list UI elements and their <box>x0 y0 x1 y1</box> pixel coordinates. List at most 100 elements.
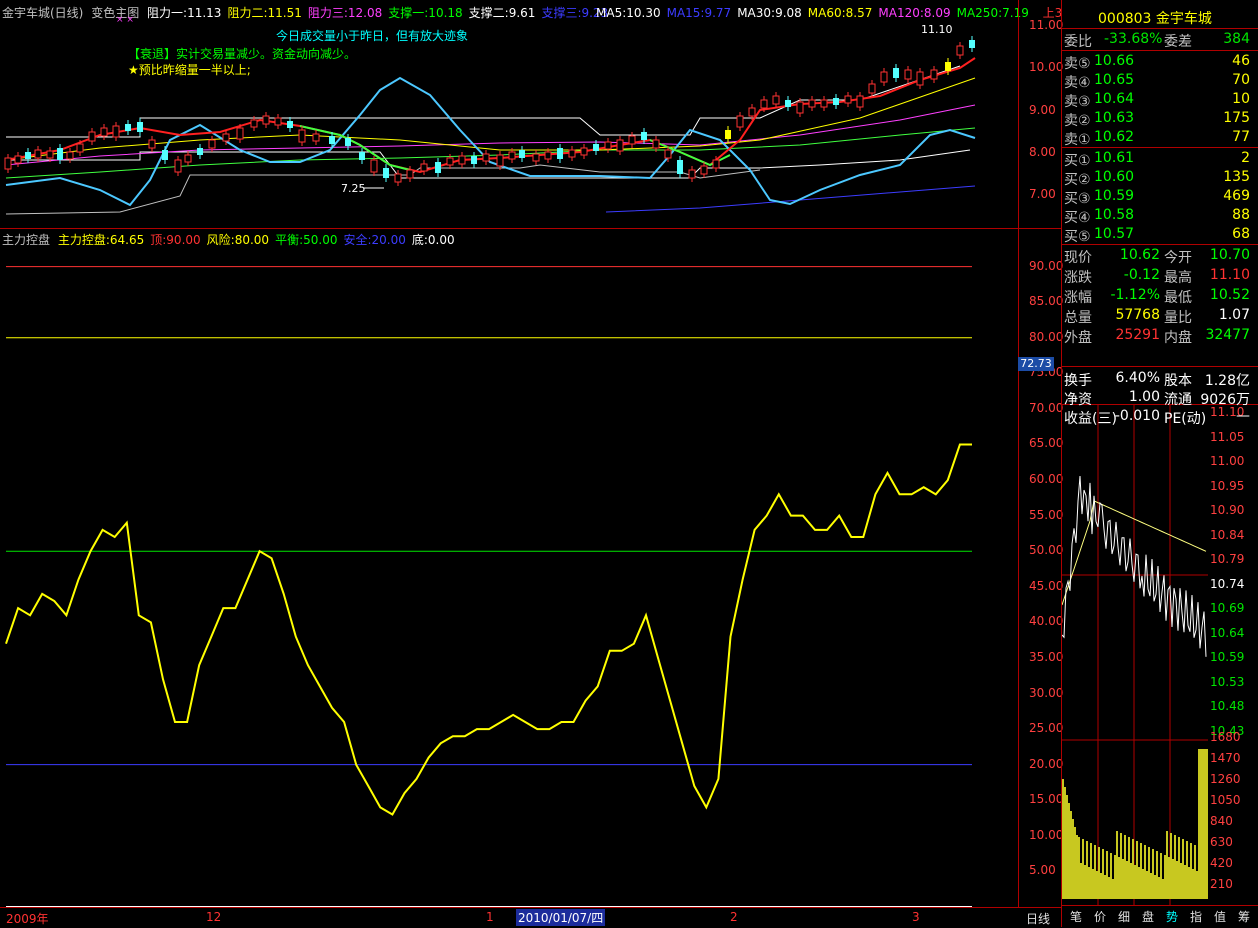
candle-up <box>312 133 320 142</box>
ask-row-4[interactable]: 卖① 10.62 77 <box>1064 129 1254 148</box>
intraday-volume-bar <box>1194 845 1196 899</box>
intraday-volume-bar <box>1082 839 1084 899</box>
candle-up <box>748 107 756 117</box>
stat-row-1[interactable]: 涨跌 -0.12 最高 11.10 <box>1064 267 1254 286</box>
tab-1[interactable]: 价 <box>1090 908 1110 925</box>
intraday-price-tick-10: 10.59 <box>1210 650 1245 664</box>
intraday-volume-bar <box>1120 833 1122 899</box>
tab-2[interactable]: 细 <box>1114 908 1134 925</box>
intraday-volume-bar <box>1192 869 1194 899</box>
x-label-4: 2 <box>730 910 738 924</box>
intraday-volume-bar <box>1088 867 1090 899</box>
bid-label: 买⑤ <box>1064 229 1091 245</box>
stat2-value: -0.010 <box>1114 408 1160 424</box>
ask-volume: 70 <box>1232 72 1250 88</box>
ask-row-0[interactable]: 卖⑤ 10.66 46 <box>1064 53 1254 72</box>
stat-row-2[interactable]: 涨幅 -1.12% 最低 10.52 <box>1064 287 1254 306</box>
candle-down <box>969 40 975 48</box>
stat-row-4[interactable]: 外盘 25291 内盘 32477 <box>1064 327 1254 346</box>
ask-row-2[interactable]: 卖③ 10.64 10 <box>1064 91 1254 110</box>
candle-up <box>88 131 96 142</box>
stat2-row-2[interactable]: 收益(三) -0.010 PE(动) — <box>1064 408 1254 427</box>
intraday-volume-bar <box>1198 749 1200 899</box>
period-button[interactable]: 日线 <box>1026 910 1050 927</box>
bid-price: 10.58 <box>1094 207 1135 223</box>
stat-row-0[interactable]: 现价 10.62 今开 10.70 <box>1064 247 1254 266</box>
tab-4[interactable]: 势 <box>1162 908 1182 925</box>
candle-up <box>208 139 216 149</box>
candle-up <box>100 127 108 137</box>
candle-up <box>66 151 74 160</box>
candle-up <box>628 135 636 145</box>
intraday-volume-bar <box>1064 787 1066 899</box>
intraday-volume-bar <box>1200 749 1202 899</box>
candle-up <box>34 149 42 159</box>
stat-value: 10.62 <box>1119 247 1160 263</box>
intraday-volume-bar <box>1156 851 1158 899</box>
intraday-volume-bar <box>1066 795 1068 899</box>
ask-price: 10.62 <box>1094 129 1135 145</box>
candle-up <box>808 99 816 108</box>
intraday-volume-bar <box>1092 869 1094 899</box>
bid-row-0[interactable]: 买① 10.61 2 <box>1064 150 1254 169</box>
stat2-row-0[interactable]: 换手 6.40% 股本 1.28亿 <box>1064 370 1254 389</box>
intraday-vol-tick-1: 1470 <box>1210 751 1241 765</box>
candle-down <box>435 162 441 173</box>
intraday-volume-bar <box>1062 779 1064 899</box>
bid-volume: 68 <box>1232 226 1250 242</box>
stat-row-3[interactable]: 总量 57768 量比 1.07 <box>1064 307 1254 326</box>
ask-label: 卖③ <box>1064 94 1091 110</box>
ask-price: 10.63 <box>1094 110 1135 126</box>
bid-row-3[interactable]: 买④ 10.58 88 <box>1064 207 1254 226</box>
ask-volume: 46 <box>1232 53 1250 69</box>
stat-value: 10.70 <box>1209 247 1250 263</box>
candle-up <box>772 95 780 105</box>
ask-volume: 175 <box>1223 110 1250 126</box>
intraday-volume-bar <box>1072 819 1074 899</box>
intraday-volume-bar <box>1116 831 1118 899</box>
candle-up <box>916 71 924 86</box>
candle-up <box>796 101 804 114</box>
main-kline-chart[interactable]: 11.10 7.25 <box>0 0 1018 228</box>
bid-row-1[interactable]: 买② 10.60 135 <box>1064 169 1254 188</box>
bottom-tabs: 笔价细盘势指值筹 <box>1062 905 1258 928</box>
tab-0[interactable]: 笔 <box>1066 908 1086 925</box>
tab-5[interactable]: 指 <box>1186 908 1206 925</box>
bid-row-4[interactable]: 买⑤ 10.57 68 <box>1064 226 1254 245</box>
candle-up <box>274 117 282 126</box>
candle-up <box>482 153 490 162</box>
ask-row-1[interactable]: 卖④ 10.65 70 <box>1064 72 1254 91</box>
tab-3[interactable]: 盘 <box>1138 908 1158 925</box>
bid-price: 10.59 <box>1094 188 1135 204</box>
stat-label: 量比 <box>1164 310 1192 326</box>
intraday-volume-bar <box>1068 803 1070 899</box>
wei-bi-value: -33.68% <box>1104 31 1163 47</box>
bid-price: 10.60 <box>1094 169 1135 185</box>
high-label: 11.10 <box>921 23 953 36</box>
candle-up <box>250 119 258 128</box>
ask-row-3[interactable]: 卖② 10.63 175 <box>1064 110 1254 129</box>
bid-row-2[interactable]: 买③ 10.59 469 <box>1064 188 1254 207</box>
tab-6[interactable]: 值 <box>1210 908 1230 925</box>
candle-up <box>148 139 156 149</box>
candle-down <box>677 160 683 174</box>
intraday-chart[interactable] <box>1062 405 1208 905</box>
intraday-volume-bar <box>1104 875 1106 899</box>
candle-up <box>880 71 888 83</box>
stock-code-name: 000803 金宇车城 <box>1098 11 1212 27</box>
stat2-row-1[interactable]: 净资 1.00 流通 9026万 <box>1064 389 1254 408</box>
candle-down <box>359 152 365 160</box>
candle-up <box>4 157 12 170</box>
ask-label: 卖④ <box>1064 75 1091 91</box>
x-label-0: 2009年 <box>6 912 49 926</box>
intraday-volume-bar <box>1152 849 1154 899</box>
stat-label: 涨幅 <box>1064 290 1092 306</box>
bid-label: 买③ <box>1064 191 1091 207</box>
stat-label: 今开 <box>1164 250 1192 266</box>
main-price-axis: 11.00 10.00 9.00 8.00 7.00 <box>1018 0 1063 228</box>
tab-7[interactable]: 筹 <box>1234 908 1254 925</box>
intraday-volume-bar <box>1122 859 1124 899</box>
sub-indicator-chart[interactable] <box>0 229 1018 907</box>
intraday-price-tick-2: 11.00 <box>1210 454 1245 468</box>
ask-price: 10.64 <box>1094 91 1135 107</box>
